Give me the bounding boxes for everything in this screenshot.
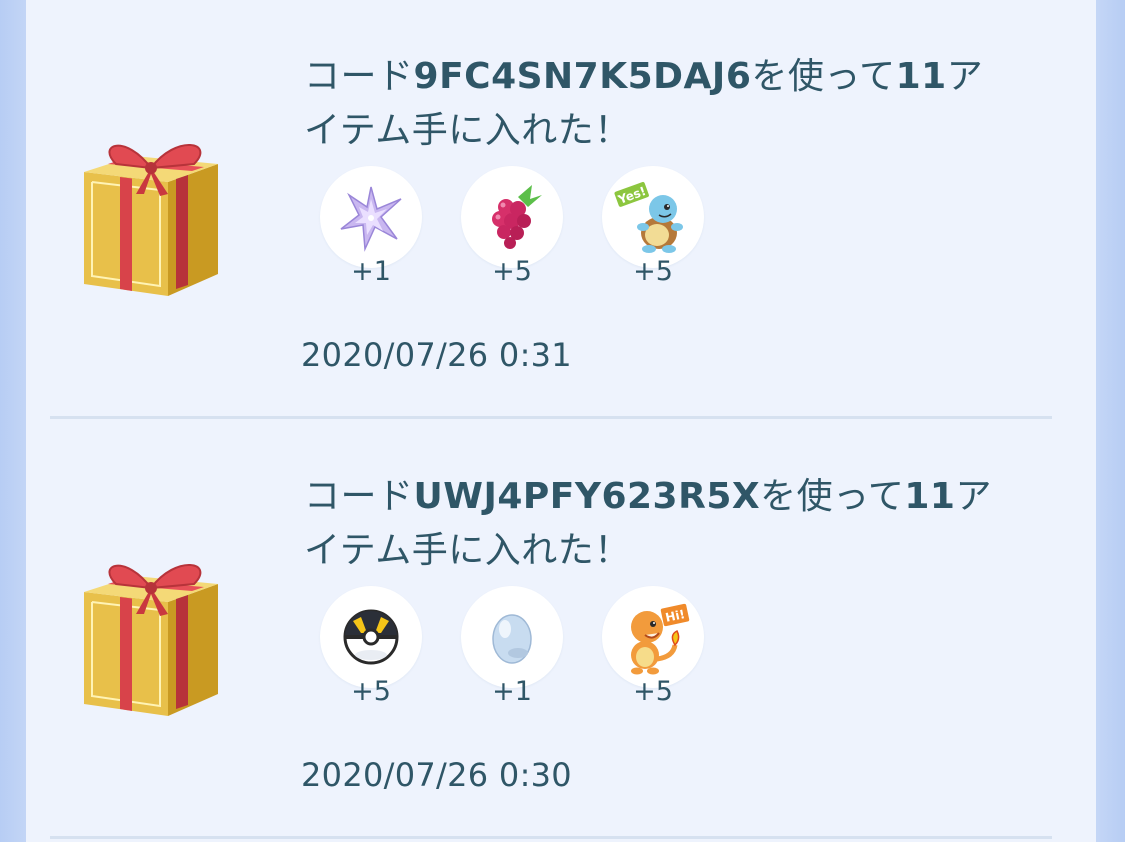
item-count: 11 <box>895 56 947 97</box>
stardust-icon <box>340 186 402 252</box>
reward-quantity: +1 <box>492 676 532 707</box>
reward-bubble <box>320 586 422 688</box>
reward-quantity: +5 <box>492 256 532 287</box>
gift-box-icon <box>76 544 226 724</box>
razz-berry-icon <box>492 185 542 249</box>
squirtle-sticker-icon: Yes! <box>613 179 683 253</box>
reward-quantity: +1 <box>351 256 391 287</box>
charmander-sticker-icon: Hi! <box>631 601 692 675</box>
redemption-timestamp: 2020/07/26 0:31 <box>301 336 572 374</box>
redemption-message: コードUWJ4PFY623R5Xを使って11アイテム手に入れた！ <box>304 470 1004 578</box>
promo-code: UWJ4PFY623R5X <box>413 476 761 517</box>
reward-bubble <box>461 586 563 688</box>
redemption-entry: コードUWJ4PFY623R5Xを使って11アイテム手に入れた！ +5 +1 H… <box>26 420 1096 840</box>
reward-item: +5 <box>320 586 422 716</box>
message-mid: を使って <box>760 476 905 517</box>
reward-bubble <box>461 166 563 268</box>
gift-box-icon <box>76 124 226 304</box>
reward-quantity: +5 <box>633 256 673 287</box>
reward-bubble: Hi! <box>602 586 704 688</box>
ultra-ball-icon <box>343 609 399 665</box>
message-prefix: コード <box>304 476 414 517</box>
reward-list: +1 +5 Yes! +5 <box>320 166 720 296</box>
redemption-history-panel: コード9FC4SN7K5DAJ6を使って11アイテム手に入れた！ +1 +5 Y… <box>26 0 1096 842</box>
redemption-timestamp: 2020/07/26 0:30 <box>301 756 572 794</box>
reward-quantity: +5 <box>351 676 391 707</box>
entry-divider <box>50 836 1052 839</box>
reward-item: +1 <box>320 166 422 296</box>
item-count: 11 <box>904 476 956 517</box>
reward-item: Hi! +5 <box>602 586 704 716</box>
redemption-entry: コード9FC4SN7K5DAJ6を使って11アイテム手に入れた！ +1 +5 Y… <box>26 0 1096 420</box>
reward-bubble: Yes! <box>602 166 704 268</box>
reward-quantity: +5 <box>633 676 673 707</box>
reward-list: +5 +1 Hi! +5 <box>320 586 720 716</box>
reward-item: +1 <box>461 586 563 716</box>
reward-bubble <box>320 166 422 268</box>
entry-divider <box>50 416 1052 419</box>
promo-code: 9FC4SN7K5DAJ6 <box>413 56 752 97</box>
message-prefix: コード <box>304 56 414 97</box>
reward-item: Yes! +5 <box>602 166 704 296</box>
message-mid: を使って <box>751 56 896 97</box>
reward-item: +5 <box>461 166 563 296</box>
egg-icon <box>492 614 532 664</box>
redemption-message: コード9FC4SN7K5DAJ6を使って11アイテム手に入れた！ <box>304 50 1004 158</box>
